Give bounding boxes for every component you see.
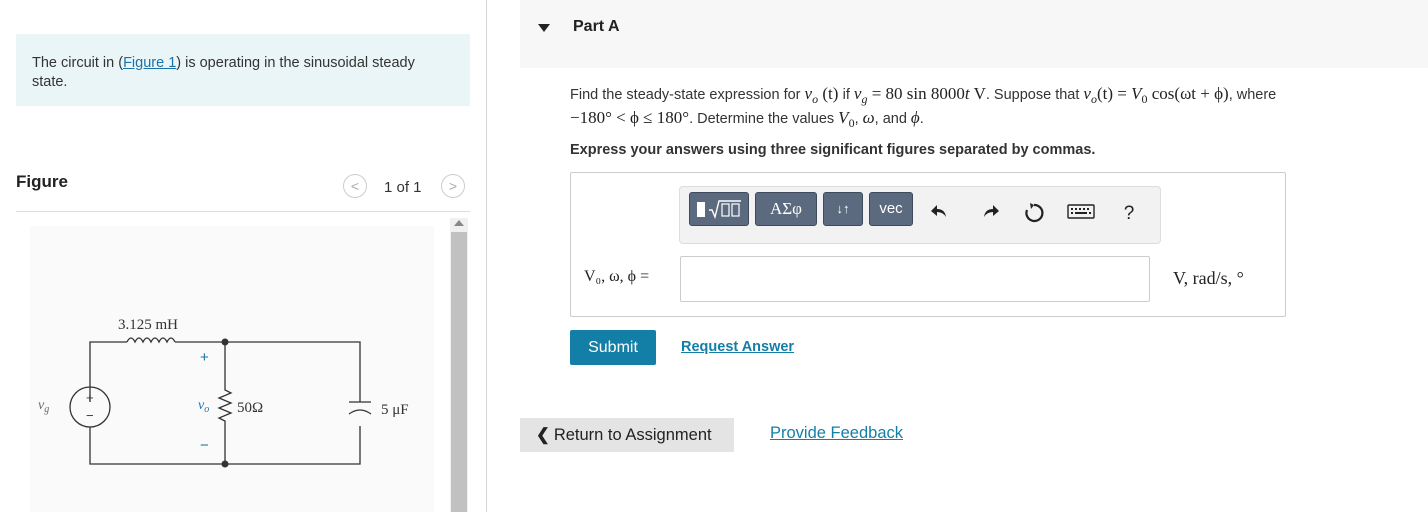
resistor-symbol [217,342,233,464]
output-label: vo [198,398,209,415]
figure-link[interactable]: Figure 1 [123,55,176,71]
collapse-caret-icon[interactable] [538,24,550,32]
problem-intro: The circuit in (Figure 1) is operating i… [16,34,470,106]
answer-units: V, rad/s, ° [1173,268,1244,288]
panel-divider [486,0,487,512]
help-button[interactable]: ? [1117,202,1141,226]
source-minus: − [86,408,94,423]
answer-input[interactable] [680,256,1150,302]
keyboard-icon[interactable] [1066,202,1096,226]
figure-title: Figure [16,172,68,191]
instruction-text: Express your answers using three signifi… [570,142,1096,158]
templates-button[interactable] [689,192,749,226]
intro-text-before: The circuit in ( [32,55,124,71]
figure-prev-button[interactable]: < [343,174,367,198]
request-answer-link[interactable]: Request Answer [681,339,794,355]
part-title: Part A [573,18,620,35]
source-plus: + [86,390,94,405]
node-dot [221,460,229,468]
fraction-radical-template-icon [694,200,744,219]
scroll-up-arrow-icon[interactable] [454,220,464,226]
submit-button[interactable]: Submit [570,330,656,365]
inductor-symbol [126,337,176,344]
provide-feedback-link[interactable]: Provide Feedback [770,424,903,443]
figure-pager-count: 1 of 1 [384,179,422,196]
wire [89,341,127,402]
part-header[interactable] [520,0,1428,68]
greek-symbols-button[interactable]: ΑΣφ [755,192,817,226]
vector-button[interactable]: vec [869,192,913,226]
figure-next-button[interactable]: > [441,174,465,198]
circuit-diagram: 3.125 mH + − vg + vo − 50Ω 5 μF [38,317,409,468]
capacitor-label: 5 μF [381,402,409,418]
scrollbar-thumb[interactable] [451,232,467,512]
output-minus: − [200,437,209,454]
node-dot [221,338,229,346]
return-label: Return to Assignment [553,426,712,444]
question-line-1: Find the steady-state expression for vo … [570,84,1277,106]
question-line-2: −180° < ϕ ≤ 180°. Determine the values V… [570,108,924,130]
figure-image: 3.125 mH + − vg + vo − 50Ω 5 μF [30,226,434,512]
redo-icon[interactable] [978,202,1002,226]
divider [16,211,470,212]
source-label: vg [38,398,49,415]
capacitor-plate [348,409,372,415]
chevron-left-icon: ❮ [536,426,550,444]
reset-icon[interactable] [1022,202,1046,226]
answer-variable-label: V₀, ω, ϕ = [584,268,650,285]
intro-text: The circuit in (Figure 1) is operating i… [32,54,432,92]
inductor-label: 3.125 mH [118,317,178,333]
chevron-left-icon: < [350,178,360,194]
chevron-right-icon: > [448,178,458,194]
undo-icon[interactable] [928,202,952,226]
subscript-superscript-button[interactable]: ↓↑ [823,192,863,226]
return-to-assignment-button[interactable]: ❮ Return to Assignment [520,418,734,452]
resistor-label: 50Ω [237,400,263,416]
output-plus: + [200,349,209,366]
